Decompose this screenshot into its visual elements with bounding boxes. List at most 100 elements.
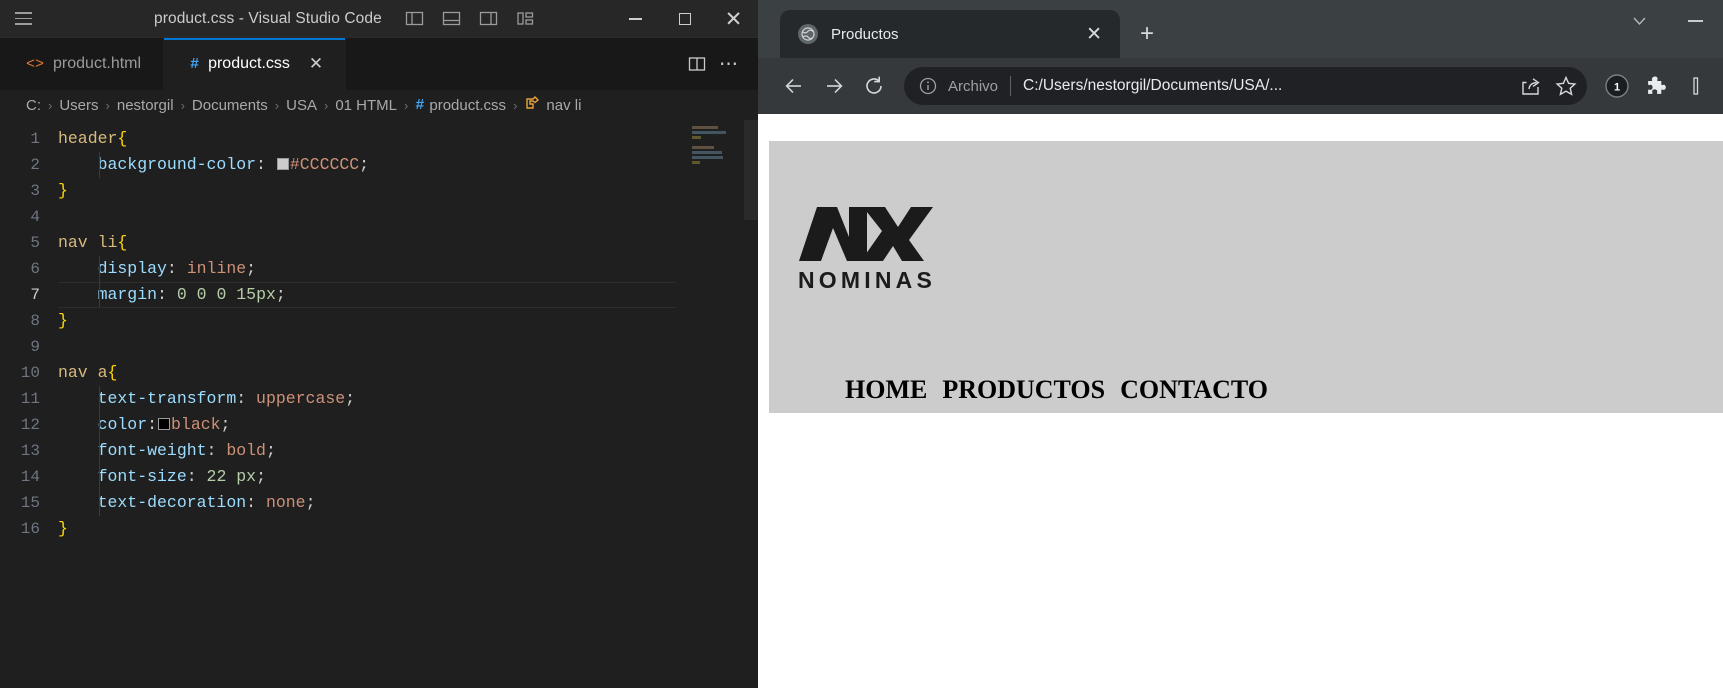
code-line[interactable]: 16} [0, 516, 758, 542]
toggle-panel-icon[interactable] [441, 8, 462, 29]
close-button[interactable]: ✕ [709, 0, 758, 38]
breadcrumb-separator: › [274, 97, 280, 113]
line-number: 5 [30, 234, 40, 252]
code-line[interactable]: 7 margin: 0 0 0 15px; [0, 282, 758, 308]
code-line[interactable]: 2 background-color: #CCCCCC; [0, 152, 758, 178]
breadcrumb-item-4[interactable]: USA [286, 97, 317, 114]
customize-layout-icon[interactable] [515, 8, 536, 29]
site-header: NOMINAS HOME PRODUCTOS CONTACTO [769, 141, 1723, 413]
tab-label: product.html [53, 55, 142, 72]
web-page: NOMINAS HOME PRODUCTOS CONTACTO [769, 141, 1723, 688]
code-line[interactable]: 4 [0, 204, 758, 230]
css-selector-symbol-icon [524, 96, 541, 114]
breadcrumb-separator: › [180, 97, 185, 113]
code-line[interactable]: 9 [0, 334, 758, 360]
code-text: header{ [58, 129, 128, 148]
split-editor-icon[interactable] [686, 53, 708, 75]
code-line[interactable]: 11 text-transform: uppercase; [0, 386, 758, 412]
breadcrumb-item-2[interactable]: nestorgil [117, 97, 174, 114]
info-circle-icon[interactable] [918, 76, 938, 96]
forward-arrow-icon[interactable] [814, 66, 854, 106]
code-lines: 1 header{2 background-color: #CCCCCC; 3} 4 5… [0, 120, 758, 542]
css-file-icon: # [190, 55, 200, 73]
breadcrumb-item-1[interactable]: Users [59, 97, 98, 114]
browser-tab-strip: Productos ✕ + [758, 0, 1723, 58]
breadcrumb-separator: › [48, 97, 53, 113]
nav-link-productos[interactable]: PRODUCTOS [942, 375, 1105, 405]
code-editor[interactable]: 1 header{2 background-color: #CCCCCC; 3} 4 5… [0, 120, 758, 688]
code-text: font-weight: bold; [58, 441, 276, 460]
indent-guide [99, 386, 100, 412]
tab-product-html[interactable]: <> product.html [0, 38, 165, 90]
breadcrumb-item-3[interactable]: Documents [192, 97, 268, 114]
line-number: 12 [20, 416, 40, 434]
indent-guide [99, 412, 100, 438]
code-line[interactable]: 10 nav a{ [0, 360, 758, 386]
code-text: display: inline; [58, 259, 257, 278]
indent-guide [99, 152, 100, 178]
more-actions-icon[interactable]: ⋯ [718, 53, 740, 75]
code-line[interactable]: 13 font-weight: bold; [0, 438, 758, 464]
maximize-button[interactable] [660, 0, 709, 38]
code-text: } [58, 181, 68, 200]
window-title: product.css - Visual Studio Code [154, 9, 382, 27]
nav-link-contacto[interactable]: CONTACTO [1120, 375, 1268, 405]
code-line[interactable]: 14 font-size: 22 px; [0, 464, 758, 490]
back-arrow-icon[interactable] [774, 66, 814, 106]
code-text: text-decoration: none; [58, 493, 316, 512]
line-number: 14 [20, 468, 40, 486]
code-line[interactable]: 12 color: black; [0, 412, 758, 438]
code-text: margin: 0 0 0 15px; [58, 285, 286, 304]
browser-tab-close-icon[interactable]: ✕ [1082, 23, 1106, 46]
vscode-title-bar: product.css - Visual Studio Code ✕ [0, 0, 758, 38]
profile-badge-icon[interactable]: 1 [1599, 68, 1635, 104]
breadcrumb-item-0[interactable]: C: [26, 97, 41, 114]
code-line[interactable]: 15 text-decoration: none; [0, 490, 758, 516]
editor-vertical-scrollbar[interactable] [744, 120, 758, 688]
browser-window: Productos ✕ + Archivo C:/Users/nestorgil… [758, 0, 1723, 688]
tab-close-icon[interactable]: ✕ [309, 54, 323, 74]
line-number: 11 [20, 390, 40, 408]
breadcrumb-separator: › [404, 97, 409, 113]
puzzle-piece-icon[interactable] [1639, 68, 1675, 104]
code-line[interactable]: 6 display: inline; [0, 256, 758, 282]
page-viewport: NOMINAS HOME PRODUCTOS CONTACTO [758, 114, 1723, 688]
code-line[interactable]: 3} [0, 178, 758, 204]
color-swatch[interactable] [158, 417, 171, 430]
vscode-window-controls: ✕ [611, 0, 758, 38]
line-number: 6 [30, 260, 40, 278]
url-text[interactable]: C:/Users/nestorgil/Documents/USA/... [1023, 77, 1509, 95]
tab-label: product.css [208, 55, 290, 72]
toggle-secondary-sidebar-icon[interactable] [478, 8, 499, 29]
breadcrumb-separator: › [513, 97, 518, 113]
indent-guide [99, 256, 100, 282]
hamburger-menu-icon[interactable] [0, 0, 46, 38]
line-number: 15 [20, 494, 40, 512]
toggle-primary-sidebar-icon[interactable] [404, 8, 425, 29]
color-swatch[interactable] [276, 157, 289, 170]
tab-product-css[interactable]: # product.css ✕ [164, 38, 347, 90]
browser-minimize-button[interactable] [1667, 0, 1723, 42]
share-icon[interactable] [1515, 71, 1545, 101]
browser-menu-icon[interactable] [1679, 68, 1715, 104]
code-line[interactable]: 5 nav li{ [0, 230, 758, 256]
breadcrumb-item-6[interactable]: product.css [429, 97, 506, 114]
reload-icon[interactable] [854, 66, 894, 106]
code-line[interactable]: 8} [0, 308, 758, 334]
url-scheme-label: Archivo [948, 77, 999, 95]
browser-tab-title: Productos [831, 25, 899, 43]
editor-minimap[interactable] [692, 126, 744, 182]
breadcrumb-item-5[interactable]: 01 HTML [335, 97, 397, 114]
code-text: font-size: 22 px; [58, 467, 266, 486]
breadcrumb-item-7[interactable]: nav li [546, 97, 581, 114]
star-icon[interactable] [1551, 71, 1581, 101]
new-tab-button[interactable]: + [1134, 22, 1160, 46]
code-text: } [58, 311, 68, 330]
address-bar[interactable]: Archivo C:/Users/nestorgil/Documents/USA… [904, 67, 1587, 105]
chevron-down-icon[interactable] [1611, 0, 1667, 42]
code-line[interactable]: 1 header{ [0, 126, 758, 152]
line-number: 3 [30, 182, 40, 200]
browser-tab-productos[interactable]: Productos ✕ [780, 10, 1120, 58]
minimize-button[interactable] [611, 0, 660, 38]
nav-link-home[interactable]: HOME [845, 375, 927, 405]
